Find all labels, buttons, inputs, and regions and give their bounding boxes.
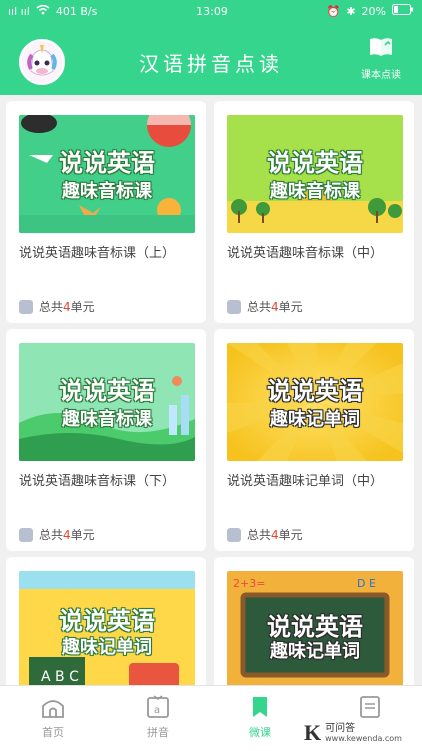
watermark-url: www.kewenda.com	[325, 734, 402, 743]
banner-subtitle: 趣味音标课	[62, 181, 152, 202]
svg-text:A B C: A B C	[41, 669, 79, 685]
textbook-reading-label: 课本点读	[361, 70, 401, 81]
book-icon	[227, 299, 241, 314]
unit-count: 4	[63, 528, 71, 542]
banner-title: 说说英语	[59, 377, 155, 405]
unit-count: 4	[63, 300, 71, 314]
course-thumbnail: 说说英语 趣味音标课	[19, 343, 195, 461]
clock: 13:09	[196, 4, 228, 18]
nav-microclass-label: 微课	[249, 726, 271, 739]
svg-text:D E: D E	[357, 577, 376, 590]
document-icon	[360, 696, 380, 718]
meta-suffix: 单元	[278, 528, 303, 542]
book-icon	[227, 527, 241, 542]
home-icon	[42, 700, 64, 718]
meta-prefix: 总共	[39, 528, 64, 542]
course-title: 说说英语趣味音标课（中）	[227, 246, 384, 261]
watermark-text: 可问答	[325, 723, 356, 734]
app-header: 汉语拼音点读 课本点读	[0, 22, 422, 95]
alarm-icon: ⏰	[326, 4, 341, 18]
meta-suffix: 单元	[70, 528, 95, 542]
battery-icon	[392, 4, 414, 18]
course-title: 说说英语趣味音标课（下）	[19, 474, 176, 489]
textbook-reading-button[interactable]: 课本点读	[356, 36, 406, 81]
course-thumbnail: A B C 说说英语 趣味记单词	[19, 571, 195, 685]
course-card[interactable]: 说说英语 趣味音标课 说说英语趣味音标课（上） 总共4单元	[6, 101, 206, 323]
course-card[interactable]: 说说英语 趣味记单词 说说英语趣味记单词（中） 总共4单元	[214, 329, 414, 551]
watermark: K 可问答 www.kewenda.com	[300, 718, 418, 748]
course-title: 说说英语趣味记单词（中）	[227, 474, 384, 489]
banner-title: 说说英语	[59, 607, 155, 635]
nav-home[interactable]: 首页	[18, 694, 88, 740]
banner-subtitle: 趣味音标课	[62, 409, 152, 430]
course-thumbnail: 2+3= D E 说说英语 趣味记单词	[227, 571, 403, 685]
banner-title: 说说英语	[267, 377, 363, 405]
course-card[interactable]: 2+3= D E 说说英语 趣味记单词	[214, 557, 414, 685]
unit-count: 4	[271, 300, 279, 314]
course-thumbnail: 说说英语 趣味音标课	[19, 115, 195, 233]
course-thumbnail: 说说英语 趣味音标课	[227, 115, 403, 233]
watermark-logo-icon: K	[304, 720, 322, 745]
meta-suffix: 单元	[70, 300, 95, 314]
banner-subtitle: 趣味记单词	[270, 409, 360, 430]
course-card[interactable]: 说说英语 趣味音标课 说说英语趣味音标课（中） 总共4单元	[214, 101, 414, 323]
bluetooth-icon: ✱	[346, 4, 356, 18]
book-icon	[370, 38, 392, 56]
banner-title: 说说英语	[267, 149, 363, 177]
course-meta: 总共4单元	[19, 298, 95, 315]
nav-home-label: 首页	[42, 726, 64, 739]
nav-pinyin-label: 拼音	[147, 726, 169, 739]
bookmark-icon	[253, 697, 267, 717]
meta-prefix: 总共	[247, 528, 272, 542]
banner-title: 说说英语	[59, 149, 155, 177]
meta-prefix: 总共	[247, 300, 272, 314]
meta-suffix: 单元	[278, 300, 303, 314]
battery-percent: 20%	[361, 4, 386, 18]
banner-subtitle: 趣味记单词	[270, 641, 360, 662]
banner-subtitle: 趣味音标课	[270, 181, 360, 202]
svg-text:2+3=: 2+3=	[233, 577, 265, 590]
course-title: 说说英语趣味音标课（上）	[19, 246, 176, 261]
course-grid: 说说英语 趣味音标课 说说英语趣味音标课（上） 总共4单元 说说英语 趣味音标课…	[0, 95, 422, 685]
network-speed: 401 B/s	[55, 4, 98, 18]
unit-count: 4	[271, 528, 279, 542]
course-thumbnail: 说说英语 趣味记单词	[227, 343, 403, 461]
wifi-icon	[36, 4, 50, 18]
nav-pinyin[interactable]: a 拼音	[123, 694, 193, 740]
nav-microclass[interactable]: 微课	[225, 694, 295, 740]
course-card[interactable]: A B C 说说英语 趣味记单词	[6, 557, 206, 685]
pinyin-a-icon: a	[147, 695, 169, 718]
course-meta: 总共4单元	[227, 298, 303, 315]
meta-prefix: 总共	[39, 300, 64, 314]
svg-text:a: a	[154, 705, 160, 716]
course-card[interactable]: 说说英语 趣味音标课 说说英语趣味音标课（下） 总共4单元	[6, 329, 206, 551]
banner-subtitle: 趣味记单词	[62, 637, 152, 658]
course-meta: 总共4单元	[19, 526, 95, 543]
book-icon	[19, 527, 33, 542]
signal-icon: ııl ııl	[8, 4, 30, 18]
book-icon	[19, 299, 33, 314]
course-meta: 总共4单元	[227, 526, 303, 543]
status-bar: ııl ııl 401 B/s 13:09 ⏰ ✱ 20%	[0, 0, 422, 22]
